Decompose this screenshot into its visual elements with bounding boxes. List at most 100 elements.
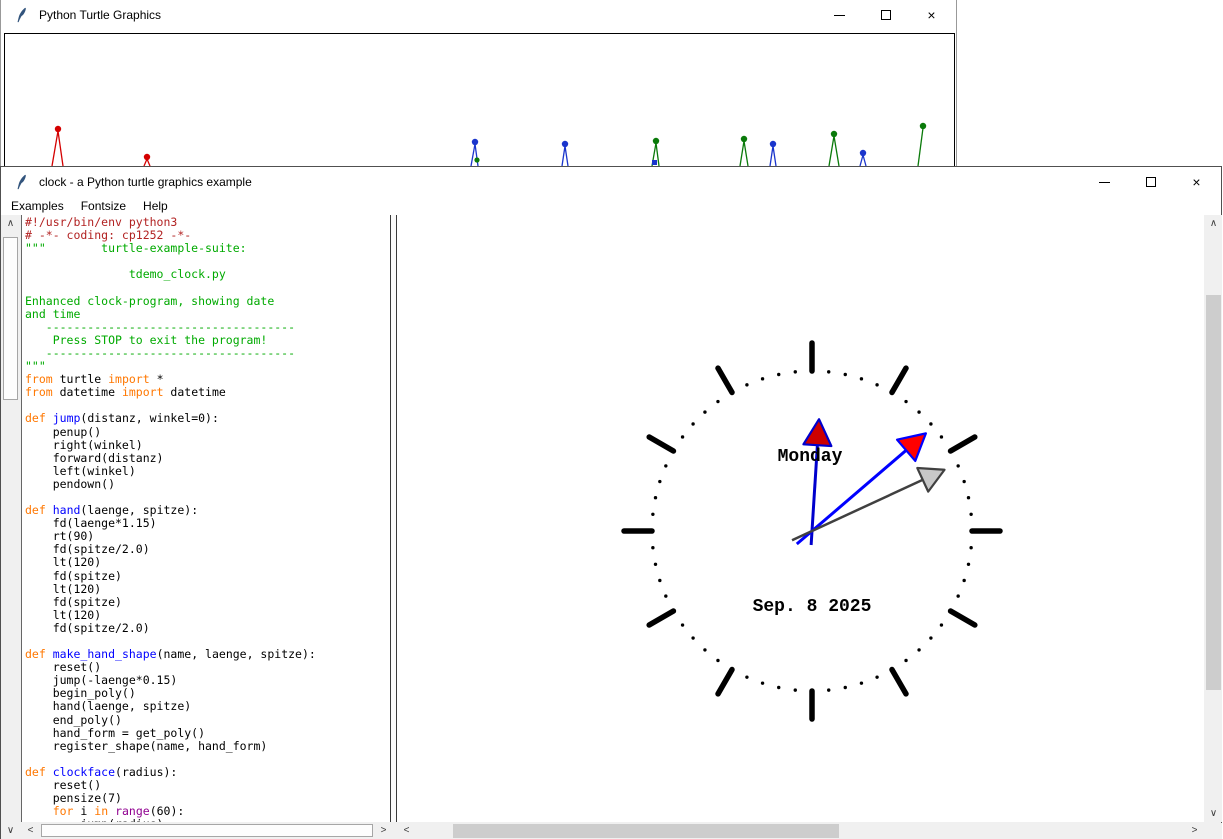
minute-dot [929,636,932,639]
menu-help[interactable]: Help [141,198,170,214]
code-line: fd(spitze/2.0) [25,622,390,635]
back-window-title: Python Turtle Graphics [39,8,161,22]
hour-mark [718,368,732,392]
minute-dot [716,400,719,403]
canvas-hscrollbar[interactable]: < > [397,823,1204,839]
front-window-clock-example: clock - a Python turtle graphics example… [0,166,1222,839]
code-line: pendown() [25,478,390,491]
scroll-down-icon[interactable]: ∨ [3,823,18,838]
code-hscrollbar[interactable]: < > [21,823,393,839]
minute-dot [875,383,878,386]
minute-dot [761,377,764,380]
canvas-vscrollbar[interactable]: ∧ ∨ [1205,215,1222,822]
hour-mark [951,611,975,625]
close-icon[interactable]: × [915,4,948,26]
minute-dot [969,513,972,516]
turtle-figure [144,154,150,166]
scroll-down-icon[interactable]: ∨ [1206,806,1221,821]
turtle-figure [770,141,776,166]
code-line: """ turtle-example-suite: [25,242,390,255]
minute-dot [745,675,748,678]
menubar: Examples Fontsize Help [1,197,1221,215]
minute-dot [794,370,797,373]
back-window-titlebar[interactable]: Python Turtle Graphics × [1,0,956,30]
minute-dot [703,410,706,413]
minute-dot [761,681,764,684]
code-line: tdemo_clock.py [25,268,390,281]
hour-mark [718,670,732,694]
front-window-title: clock - a Python turtle graphics example [39,175,252,189]
minute-dot [827,688,830,691]
minute-dot [681,623,684,626]
minute-dot [703,648,706,651]
minute-dot [651,513,654,516]
turtle-figure [860,150,866,166]
menu-fontsize[interactable]: Fontsize [79,198,128,214]
minute-dot [777,373,780,376]
hour-mark [892,368,906,392]
code-vscrollbar-thumb[interactable] [3,237,18,400]
minute-dot [929,422,932,425]
minute-dot [940,435,943,438]
hour-mark [649,611,673,625]
hour-mark [892,670,906,694]
source-code-text: #!/usr/bin/env python3# -*- coding: cp12… [22,215,390,822]
minute-dot [917,410,920,413]
minute-dot [777,686,780,689]
scroll-right-icon[interactable]: > [376,823,391,838]
maximize-icon[interactable] [1134,171,1167,193]
minute-dot [827,370,830,373]
clock-date: Sep. 8 2025 [753,597,872,617]
code-line: register_shape(name, hand_form) [25,740,390,753]
turtle-figure [652,138,659,166]
minute-dot [681,435,684,438]
code-line: jump(radius) [25,818,390,822]
turtle-figures [5,34,955,168]
minute-dot [956,464,959,467]
front-window-titlebar[interactable]: clock - a Python turtle graphics example… [1,167,1221,197]
minute-dot [860,377,863,380]
minute-dot [651,546,654,549]
minute-dot [967,563,970,566]
minute-dot [654,496,657,499]
scroll-left-icon[interactable]: < [23,823,38,838]
minimize-icon[interactable] [823,4,856,26]
python-feather-icon [14,174,30,190]
minute-dot [962,579,965,582]
back-turtle-canvas [4,33,955,168]
minute-dot [917,648,920,651]
scroll-left-icon[interactable]: < [399,823,414,838]
back-window-python-turtle-graphics: Python Turtle Graphics × [0,0,957,168]
minute-dot [664,594,667,597]
minute-dot [967,496,970,499]
minute-dot [794,688,797,691]
maximize-icon[interactable] [869,4,902,26]
scroll-up-icon[interactable]: ∧ [3,216,18,231]
python-feather-icon [14,7,30,23]
minute-dot [716,659,719,662]
canvas-vscrollbar-thumb[interactable] [1206,295,1221,690]
minute-dot [745,383,748,386]
scroll-right-icon[interactable]: > [1187,823,1202,838]
menu-examples[interactable]: Examples [9,198,66,214]
turtle-figure [471,139,480,166]
scroll-up-icon[interactable]: ∧ [1206,216,1221,231]
code-hscrollbar-thumb[interactable] [41,824,373,837]
minute-dot [875,675,878,678]
turtle-figure [918,123,926,166]
minute-dot [962,480,965,483]
minute-dot [691,422,694,425]
screen: Python Turtle Graphics × clock - a Pytho… [0,0,1223,839]
minimize-icon[interactable] [1088,171,1121,193]
code-vscrollbar[interactable]: ∧ ∨ [2,215,20,839]
minute-dot [860,681,863,684]
source-code-pane[interactable]: #!/usr/bin/env python3# -*- coding: cp12… [21,215,390,822]
clock-canvas: MondaySep. 8 2025 [397,215,1204,822]
turtle-figure [562,141,568,166]
minute-dot [654,563,657,566]
code-line: from datetime import datetime [25,386,390,399]
canvas-hscrollbar-thumb[interactable] [453,824,839,838]
minute-dot [658,480,661,483]
close-icon[interactable]: × [1180,171,1213,193]
turtle-figure [52,126,63,166]
